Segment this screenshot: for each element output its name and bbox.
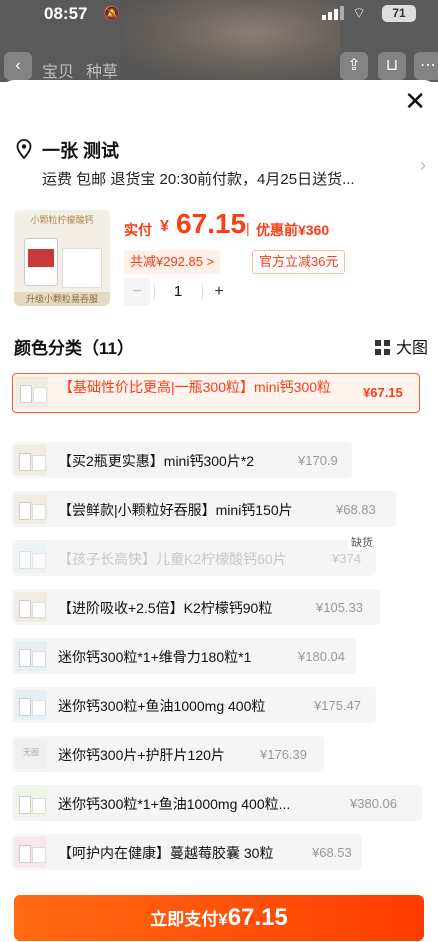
product-image[interactable]: 小颗粒柠檬酸钙 升级小颗粒易吞服 [14,210,110,306]
option-thumbnail [15,641,47,671]
option-label: 【孩子长高快】儿童K2柠檬酸钙60片 [58,551,287,567]
page-nav: ‹ 宝贝 种草 ⇪ ⊔ ⋯ [0,52,438,82]
background-page: 08:57 🔕 ⌔ 71 ‹ 宝贝 种草 ⇪ ⊔ ⋯ [0,0,438,82]
sku-option-out-of-stock[interactable]: 【孩子长高快】儿童K2柠檬酸钙60片 ¥374 [12,540,376,576]
option-thumbnail [15,837,47,867]
stepper-divider [154,284,155,300]
more-icon[interactable]: ⋯ [414,52,438,80]
option-label: 【尝鲜款|小颗粒好吞服】mini钙150片 [58,502,293,518]
option-label: 【买2瓶更实惠】mini钙300片*2 [58,453,255,469]
option-label: 迷你钙300片+护肝片120片 [58,747,225,763]
tab-baby[interactable]: 宝贝 [42,58,74,82]
sku-option[interactable]: 【买2瓶更实惠】mini钙300片*2 ¥170.9 [12,442,352,478]
official-discount-tag: 官方立减36元 [252,250,346,274]
sku-option[interactable]: 迷你钙300粒+鱼油1000mg 400粒 ¥175.47 [12,687,376,723]
option-thumbnail [15,494,47,524]
status-bar: 08:57 🔕 ⌔ 71 [0,0,438,30]
close-icon[interactable]: ✕ [404,88,426,114]
price-label: 实付 [124,222,152,238]
view-toggle[interactable]: 大图 [374,334,428,358]
bottle-graphic [24,238,58,286]
option-label: 【呵护内在健康】蔓越莓胶囊 30粒 [58,845,274,861]
signal-icon [322,6,344,20]
pay-value: 67.15 [227,904,288,931]
grid-icon [374,340,390,355]
option-thumbnail-empty: 无图 [15,739,47,769]
option-price: ¥180.04 [298,649,345,664]
tab-grass[interactable]: 种草 [86,58,118,82]
option-thumbnail [16,377,48,407]
sku-option[interactable]: 【呵护内在健康】蔓越莓胶囊 30粒 ¥68.53 [12,834,362,870]
option-thumbnail [15,543,47,573]
status-time: 08:57 [44,4,88,23]
sku-sheet: ✕ 一张 测试 运费 包邮 退货宝 20:30前付款，4月25日送货... › … [0,80,438,942]
cart-icon[interactable]: ⊔ [378,52,406,80]
location-pin-icon [16,139,32,159]
option-price: ¥374 [332,551,361,566]
option-price: ¥68.53 [312,845,352,860]
view-toggle-label: 大图 [395,340,428,357]
option-label: 【基础性价比更高|一瓶300粒】mini钙300粒 [59,379,332,395]
out-of-stock-badge: 缺货 [348,534,376,550]
share-icon[interactable]: ⇪ [340,52,368,80]
mute-bell-icon: 🔕 [103,5,121,21]
option-thumbnail [15,788,47,818]
chevron-right-icon: › [420,155,426,175]
pre-discount-price: 优惠前¥360 [256,222,330,238]
pay-label: 立即支付 [150,910,219,929]
option-label: 迷你钙300粒*1+鱼油1000mg 400粒... [58,796,291,812]
option-price: ¥170.9 [298,453,338,468]
back-icon[interactable]: ‹ [4,52,32,80]
option-price: ¥380.06 [350,796,397,811]
quantity-value[interactable]: 1 [158,278,198,306]
quantity-stepper: − 1 + [124,278,232,306]
pay-now-button[interactable]: 立即支付¥67.15 [14,895,424,941]
footer-bar: 立即支付¥67.15 [0,895,438,942]
shipping-info: 运费 包邮 退货宝 20:30前付款，4月25日送货... [42,171,355,188]
option-price: ¥176.39 [260,747,307,762]
sku-option[interactable]: 迷你钙300粒*1+鱼油1000mg 400粒... ¥380.06 [12,785,422,821]
option-label: 迷你钙300粒+鱼油1000mg 400粒 [58,698,266,714]
wifi-icon: ⌔ [352,5,367,22]
increase-button[interactable]: + [206,278,232,306]
option-price: ¥105.33 [316,600,363,615]
option-thumbnail [15,592,47,622]
option-thumbnail [15,445,47,475]
sku-option-selected[interactable]: 【基础性价比更高|一瓶300粒】mini钙300粒 ¥67.15 [12,373,420,413]
option-price: ¥68.83 [336,502,376,517]
option-price: ¥175.47 [314,698,361,713]
sku-option[interactable]: 【进阶吸收+2.5倍】K2柠檬钙90粒 ¥105.33 [12,589,380,625]
option-label: 【进阶吸收+2.5倍】K2柠檬钙90粒 [58,600,273,616]
box-graphic [62,248,102,288]
sku-option[interactable]: 迷你钙300粒*1+维骨力180粒*1 ¥180.04 [12,638,356,674]
address-name: 一张 测试 [42,141,120,161]
option-price: ¥67.15 [363,385,403,400]
sku-option[interactable]: 【尝鲜款|小颗粒好吞服】mini钙150片 ¥68.83 [12,491,396,527]
battery-icon: 71 [382,5,416,22]
option-label: 迷你钙300粒*1+维骨力180粒*1 [58,649,252,665]
price-separator: | [246,220,250,236]
section-title: 颜色分类（11） [14,339,134,358]
price-symbol: ¥ [160,218,169,235]
option-thumbnail [15,690,47,720]
discount-tag[interactable]: 共减¥292.85 > [124,250,221,274]
sku-option[interactable]: 无图 迷你钙300片+护肝片120片 ¥176.39 [12,736,324,772]
product-image-title: 小颗粒柠檬酸钙 [30,215,94,225]
price-value: 67.15 [176,208,247,239]
no-image-text: 无图 [23,748,39,757]
pay-symbol: ¥ [218,910,228,929]
decrease-button[interactable]: − [124,278,150,306]
product-image-caption: 升级小颗粒易吞服 [14,292,110,306]
stepper-divider [202,284,203,300]
